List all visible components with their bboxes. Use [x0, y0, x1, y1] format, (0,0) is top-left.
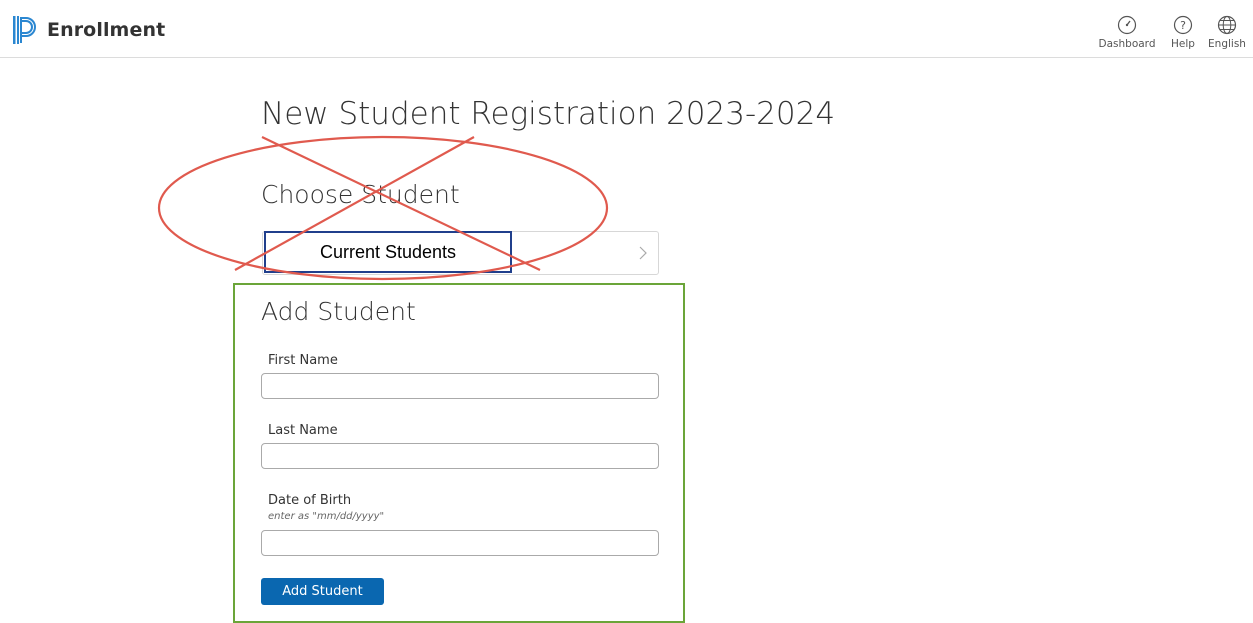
top-bar: Enrollment Dashboard ? Help English — [0, 0, 1253, 58]
date-of-birth-hint: enter as "mm/dd/yyyy" — [268, 511, 385, 522]
page-title: New Student Registration 2023-2024 — [261, 96, 836, 132]
date-of-birth-field[interactable] — [261, 530, 659, 556]
help-question-icon: ? — [1173, 15, 1193, 35]
nav-dashboard-label: Dashboard — [1098, 38, 1156, 50]
app-title: Enrollment — [47, 19, 166, 41]
last-name-field[interactable] — [261, 443, 659, 469]
nav-english[interactable]: English — [1204, 15, 1250, 50]
choose-student-title: Choose Student — [261, 180, 460, 209]
nav-dashboard[interactable]: Dashboard — [1094, 15, 1160, 50]
chevron-right-icon — [639, 246, 647, 260]
dashboard-gauge-icon — [1117, 15, 1137, 35]
nav-english-label: English — [1208, 38, 1246, 50]
globe-icon — [1217, 15, 1237, 35]
first-name-label: First Name — [268, 353, 338, 368]
first-name-field[interactable] — [261, 373, 659, 399]
svg-text:?: ? — [1180, 19, 1186, 32]
add-student-title: Add Student — [261, 297, 416, 326]
add-student-button[interactable]: Add Student — [261, 578, 384, 605]
powerschool-logo-icon[interactable] — [12, 15, 36, 45]
nav-help-label: Help — [1171, 38, 1195, 50]
last-name-label: Last Name — [268, 423, 338, 438]
current-students-label[interactable]: Current Students — [264, 231, 512, 273]
date-of-birth-label: Date of Birth — [268, 493, 352, 508]
nav-help[interactable]: ? Help — [1167, 15, 1199, 50]
